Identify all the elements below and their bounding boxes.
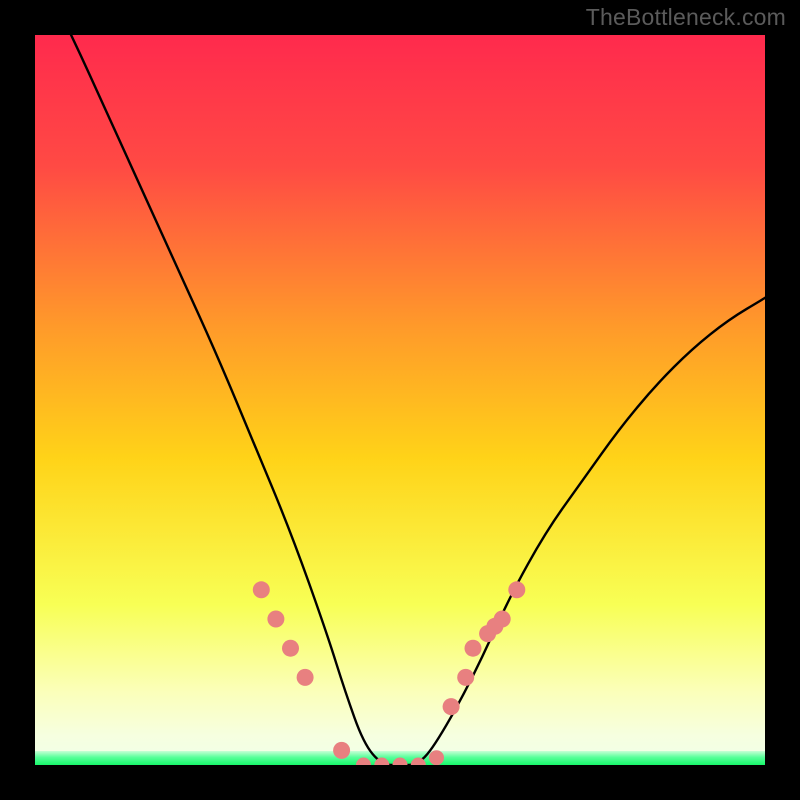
marker-dot [267,611,284,628]
chart-frame: TheBottleneck.com [0,0,800,800]
marker-dot [429,750,444,765]
watermark-text: TheBottleneck.com [586,4,786,31]
bottleneck-chart-svg [35,35,765,765]
marker-dot [443,698,460,715]
marker-dot [282,640,299,657]
marker-dot [297,669,314,686]
marker-dot [253,581,270,598]
marker-dot [465,640,482,657]
marker-dot [457,669,474,686]
gradient-background [35,35,765,765]
plot-area [35,35,765,765]
marker-dot [494,611,511,628]
marker-dot [333,742,350,759]
marker-dot [508,581,525,598]
